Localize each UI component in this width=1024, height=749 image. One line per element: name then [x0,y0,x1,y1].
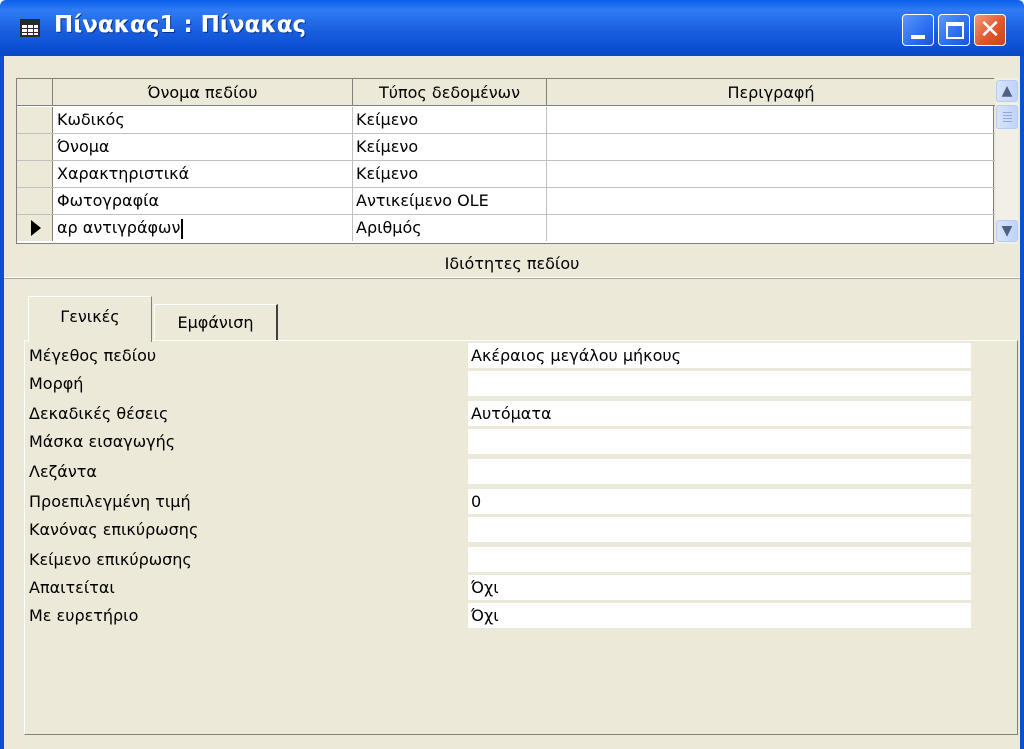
indexed-input[interactable]: Όχι [468,603,971,628]
property-row[interactable]: Προεπιλεγμένη τιμή 0 [25,489,1019,515]
property-row[interactable]: Κανόνας επικύρωσης [25,517,1019,543]
field-name-cell[interactable]: Φωτογραφία [54,188,353,214]
tab-display[interactable]: Εμφάνιση [154,304,278,340]
property-label: Μάσκα εισαγωγής [29,432,176,451]
property-row[interactable]: Δεκαδικές θέσεις Αυτόματα [25,401,1019,427]
column-header-field-name[interactable]: Όνομα πεδίου [53,79,353,106]
table-row[interactable]: Χαρακτηριστικά Κείμενο [17,161,995,188]
field-name-cell[interactable]: Όνομα [54,134,353,160]
data-type-cell[interactable]: Κείμενο [353,134,547,160]
data-type-cell[interactable]: Αντικείμενο OLE [353,188,547,214]
property-label: Λεζάντα [29,462,97,481]
grid-header: Όνομα πεδίου Τύπος δεδομένων Περιγραφή [17,79,995,106]
window-title: Πίνακας1 : Πίνακας [54,12,307,38]
current-row-arrow-icon [31,220,41,236]
divider [4,278,1020,279]
field-name-cell[interactable]: Χαρακτηριστικά [54,161,353,187]
data-type-cell[interactable]: Αριθμός [353,215,547,241]
scroll-down-button[interactable]: ▼ [996,220,1018,242]
decimal-places-input[interactable]: Αυτόματα [468,401,971,426]
row-selector[interactable] [17,161,53,187]
default-value-input[interactable]: 0 [468,489,971,514]
tab-general[interactable]: Γενικές [28,296,152,342]
chevron-down-icon: ▼ [1001,223,1013,239]
column-header-data-type[interactable]: Τύπος δεδομένων [353,79,547,106]
table-row[interactable]: Φωτογραφία Αντικείμενο OLE [17,188,995,215]
description-cell[interactable] [547,215,995,241]
row-selector[interactable] [17,107,53,133]
property-row[interactable]: Μορφή [25,371,1019,397]
maximize-button[interactable] [938,14,970,46]
field-size-input[interactable]: Ακέραιος μεγάλου μήκους [468,343,971,368]
table-row[interactable]: Κωδικός Κείμενο [17,107,995,134]
chevron-up-icon: ▲ [1001,83,1013,99]
property-label: Μέγεθος πεδίου [29,346,157,365]
row-selector-current[interactable] [17,215,53,241]
property-row[interactable]: Απαιτείται Όχι [25,575,1019,601]
scroll-thumb[interactable] [996,105,1018,129]
data-type-cell[interactable]: Κείμενο [353,161,547,187]
description-cell[interactable] [547,188,995,214]
field-name-text: αρ αντιγράφων [57,218,181,237]
table-row-current[interactable]: αρ αντιγράφων Αριθμός [17,215,995,242]
validation-rule-input[interactable] [468,517,971,542]
property-label: Μορφή [29,374,84,393]
vertical-scrollbar[interactable]: ▲ ▼ [996,78,1018,244]
minimize-icon [911,35,925,39]
minimize-button[interactable] [902,14,934,46]
field-name-cell-editing[interactable]: αρ αντιγράφων [54,215,353,241]
close-icon: ✕ [979,15,1001,45]
text-cursor [181,218,184,239]
field-properties-title: Ιδιότητες πεδίου [4,250,1020,278]
grip-icon [1003,112,1012,122]
required-input[interactable]: Όχι [468,575,971,600]
properties-panel: Μέγεθος πεδίου Ακέραιος μεγάλου μήκους Μ… [24,340,1018,735]
property-row[interactable]: Μέγεθος πεδίου Ακέραιος μεγάλου μήκους [25,343,1019,369]
format-input[interactable] [468,371,971,396]
property-row[interactable]: Κείμενο επικύρωσης [25,547,1019,573]
column-header-description[interactable]: Περιγραφή [547,79,995,106]
description-cell[interactable] [547,161,995,187]
property-row[interactable]: Λεζάντα [25,459,1019,485]
close-button[interactable]: ✕ [974,14,1006,46]
field-design-grid[interactable]: Όνομα πεδίου Τύπος δεδομένων Περιγραφή Κ… [16,78,995,244]
row-selector[interactable] [17,188,53,214]
table-row[interactable]: Όνομα Κείμενο [17,134,995,161]
property-label: Προεπιλεγμένη τιμή [29,492,191,511]
input-mask-input[interactable] [468,429,971,454]
row-selector[interactable] [17,134,53,160]
table-icon[interactable] [20,19,40,37]
property-label: Δεκαδικές θέσεις [29,404,169,423]
description-cell[interactable] [547,134,995,160]
property-label: Κανόνας επικύρωσης [29,520,199,539]
property-row[interactable]: Με ευρετήριο Όχι [25,603,1019,629]
scroll-up-button[interactable]: ▲ [996,80,1018,102]
data-type-cell[interactable]: Κείμενο [353,107,547,133]
maximize-icon [946,22,964,39]
grid-corner [17,79,53,106]
property-label: Κείμενο επικύρωσης [29,550,192,569]
description-cell[interactable] [547,107,995,133]
validation-text-input[interactable] [468,547,971,572]
caption-input[interactable] [468,459,971,484]
title-bar[interactable]: Πίνακας1 : Πίνακας ✕ [0,0,1024,56]
field-name-cell[interactable]: Κωδικός [54,107,353,133]
property-row[interactable]: Μάσκα εισαγωγής [25,429,1019,455]
property-label: Με ευρετήριο [29,606,139,625]
property-label: Απαιτείται [29,578,115,597]
